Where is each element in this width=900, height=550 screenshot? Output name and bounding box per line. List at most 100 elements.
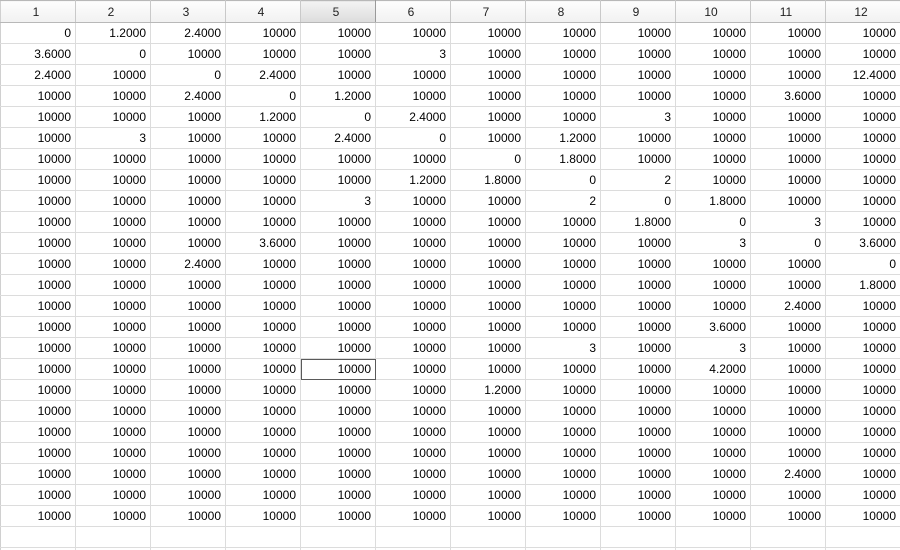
cell[interactable]: 10000 <box>826 422 900 443</box>
cell[interactable]: 10000 <box>1 86 76 107</box>
cell[interactable]: 10000 <box>226 23 301 44</box>
cell[interactable]: 10000 <box>676 422 751 443</box>
cell[interactable]: 10000 <box>526 401 601 422</box>
cell[interactable]: 10000 <box>451 65 526 86</box>
cell[interactable]: 10000 <box>226 149 301 170</box>
cell[interactable]: 10000 <box>376 464 451 485</box>
cell[interactable]: 10000 <box>451 296 526 317</box>
cell[interactable]: 10000 <box>151 359 226 380</box>
cell[interactable]: 10000 <box>826 107 900 128</box>
column-header[interactable]: 11 <box>751 1 826 23</box>
cell[interactable]: 10000 <box>451 485 526 506</box>
cell[interactable] <box>376 527 451 548</box>
cell[interactable]: 10000 <box>301 170 376 191</box>
cell[interactable]: 10000 <box>826 485 900 506</box>
cell[interactable]: 10000 <box>376 254 451 275</box>
cell[interactable]: 0 <box>451 149 526 170</box>
cell[interactable]: 2 <box>601 170 676 191</box>
cell[interactable]: 10000 <box>301 254 376 275</box>
cell[interactable]: 10000 <box>151 506 226 527</box>
cell[interactable]: 10000 <box>676 401 751 422</box>
cell[interactable]: 10000 <box>676 149 751 170</box>
cell[interactable]: 10000 <box>301 401 376 422</box>
cell[interactable]: 0 <box>76 44 151 65</box>
cell[interactable]: 10000 <box>751 23 826 44</box>
cell[interactable]: 10000 <box>301 149 376 170</box>
cell[interactable]: 10000 <box>601 464 676 485</box>
cell[interactable]: 10000 <box>151 275 226 296</box>
cell[interactable]: 0 <box>151 65 226 86</box>
cell[interactable]: 10000 <box>451 44 526 65</box>
cell[interactable]: 10000 <box>676 86 751 107</box>
cell[interactable]: 0 <box>376 128 451 149</box>
cell[interactable]: 10000 <box>76 65 151 86</box>
cell[interactable]: 10000 <box>676 275 751 296</box>
cell[interactable]: 10000 <box>301 338 376 359</box>
cell[interactable]: 10000 <box>451 254 526 275</box>
cell[interactable]: 10000 <box>301 44 376 65</box>
cell[interactable]: 10000 <box>526 506 601 527</box>
cell[interactable]: 10000 <box>1 506 76 527</box>
cell[interactable] <box>226 527 301 548</box>
cell[interactable]: 10000 <box>301 23 376 44</box>
cell[interactable]: 10000 <box>226 422 301 443</box>
cell[interactable]: 10000 <box>226 506 301 527</box>
cell[interactable]: 3 <box>376 44 451 65</box>
cell[interactable]: 10000 <box>1 296 76 317</box>
cell[interactable]: 4.2000 <box>676 359 751 380</box>
column-header[interactable]: 4 <box>226 1 301 23</box>
cell[interactable]: 10000 <box>76 191 151 212</box>
cell[interactable]: 10000 <box>226 338 301 359</box>
cell[interactable]: 10000 <box>151 170 226 191</box>
cell[interactable]: 3 <box>76 128 151 149</box>
cell[interactable]: 10000 <box>601 296 676 317</box>
column-header[interactable]: 10 <box>676 1 751 23</box>
cell[interactable]: 10000 <box>826 338 900 359</box>
cell[interactable]: 10000 <box>526 275 601 296</box>
cell[interactable]: 10000 <box>301 359 376 380</box>
cell[interactable]: 10000 <box>376 380 451 401</box>
cell[interactable]: 10000 <box>376 212 451 233</box>
cell[interactable]: 10000 <box>826 443 900 464</box>
cell[interactable]: 10000 <box>151 44 226 65</box>
cell[interactable]: 10000 <box>676 23 751 44</box>
cell[interactable]: 10000 <box>1 191 76 212</box>
cell[interactable]: 10000 <box>751 254 826 275</box>
cell[interactable]: 10000 <box>526 380 601 401</box>
cell[interactable]: 10000 <box>1 317 76 338</box>
cell[interactable]: 10000 <box>226 170 301 191</box>
cell[interactable]: 10000 <box>301 212 376 233</box>
cell[interactable]: 10000 <box>151 422 226 443</box>
cell[interactable]: 10000 <box>526 422 601 443</box>
cell[interactable]: 1.8000 <box>451 170 526 191</box>
cell[interactable]: 10000 <box>301 506 376 527</box>
cell[interactable]: 10000 <box>1 401 76 422</box>
cell[interactable]: 10000 <box>151 338 226 359</box>
cell[interactable]: 2 <box>526 191 601 212</box>
cell[interactable]: 10000 <box>1 464 76 485</box>
cell[interactable]: 10000 <box>76 86 151 107</box>
cell[interactable]: 10000 <box>676 464 751 485</box>
column-header[interactable]: 3 <box>151 1 226 23</box>
cell[interactable]: 10000 <box>1 233 76 254</box>
cell[interactable] <box>76 527 151 548</box>
cell[interactable]: 10000 <box>601 380 676 401</box>
cell[interactable]: 10000 <box>151 401 226 422</box>
cell[interactable]: 10000 <box>1 170 76 191</box>
cell[interactable]: 10000 <box>301 422 376 443</box>
cell[interactable]: 10000 <box>76 380 151 401</box>
cell[interactable]: 10000 <box>601 233 676 254</box>
cell[interactable]: 10000 <box>451 107 526 128</box>
cell[interactable]: 10000 <box>451 212 526 233</box>
cell[interactable]: 10000 <box>301 275 376 296</box>
cell[interactable]: 10000 <box>376 506 451 527</box>
cell[interactable] <box>676 527 751 548</box>
cell[interactable]: 10000 <box>376 275 451 296</box>
cell[interactable]: 10000 <box>601 338 676 359</box>
cell[interactable]: 10000 <box>601 23 676 44</box>
cell[interactable] <box>526 527 601 548</box>
cell[interactable]: 10000 <box>451 443 526 464</box>
cell[interactable]: 10000 <box>526 296 601 317</box>
cell[interactable]: 10000 <box>526 233 601 254</box>
cell[interactable]: 1.2000 <box>376 170 451 191</box>
